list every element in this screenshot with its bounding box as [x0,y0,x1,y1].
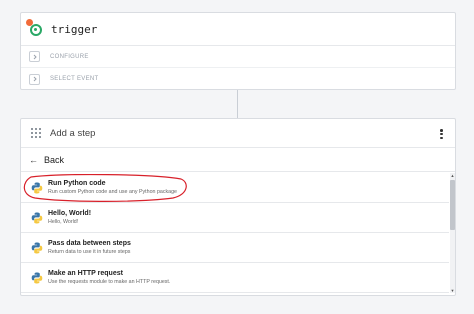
action-list: Run Python code Run custom Python code a… [21,173,449,293]
item-description: Return data to use it in future steps [48,249,131,255]
step-label: CONFIGURE [50,53,89,60]
python-icon [31,182,43,193]
chevron-right-icon [29,51,40,62]
step-configure[interactable]: CONFIGURE [21,46,455,68]
item-description: Hello, World! [48,219,79,225]
scroll-up-icon[interactable]: ▲ [450,173,455,178]
python-icon [31,212,43,223]
item-title: Hello, World! [48,210,92,217]
python-icon [31,242,43,253]
step-label: SELECT EVENT [50,76,99,82]
step-connector-line [237,90,238,118]
grid-dots-icon[interactable] [31,128,41,138]
step-select-event[interactable]: SELECT EVENT [21,68,455,90]
trigger-card: trigger CONFIGURE SELECT EVENT [20,12,456,90]
chevron-right-icon [29,73,40,85]
notification-dot-icon [26,19,33,26]
trigger-icon [26,19,43,36]
scrollbar[interactable]: ▲ ▼ [450,173,455,293]
scroll-thumb[interactable] [450,180,455,230]
item-title: Pass data between steps [48,240,131,247]
list-item[interactable]: Make an HTTP request Use the requests mo… [21,263,449,293]
back-label: Back [44,154,65,165]
item-title: Make an HTTP request [48,270,123,277]
list-item[interactable]: Pass data between steps Return data to u… [21,233,449,263]
list-item[interactable]: Hello, World! Hello, World! [21,203,449,233]
add-step-title: Add a step [50,127,96,139]
add-step-header: Add a step [21,119,455,148]
list-item[interactable]: Run Python code Run custom Python code a… [21,173,449,203]
trigger-header[interactable]: trigger [21,13,455,46]
kebab-menu-icon[interactable] [440,129,443,139]
arrow-left-icon: ← [29,154,38,165]
python-icon [31,272,43,283]
item-description: Use the requests module to make an HTTP … [48,279,171,285]
add-step-card: Add a step ← Back Run Python code Run cu… [20,118,456,296]
back-button[interactable]: ← Back [21,148,455,172]
scroll-down-icon[interactable]: ▼ [450,288,455,293]
item-title: Run Python code [48,180,106,187]
item-description: Run custom Python code and use any Pytho… [48,189,177,195]
trigger-title: trigger [51,22,98,36]
